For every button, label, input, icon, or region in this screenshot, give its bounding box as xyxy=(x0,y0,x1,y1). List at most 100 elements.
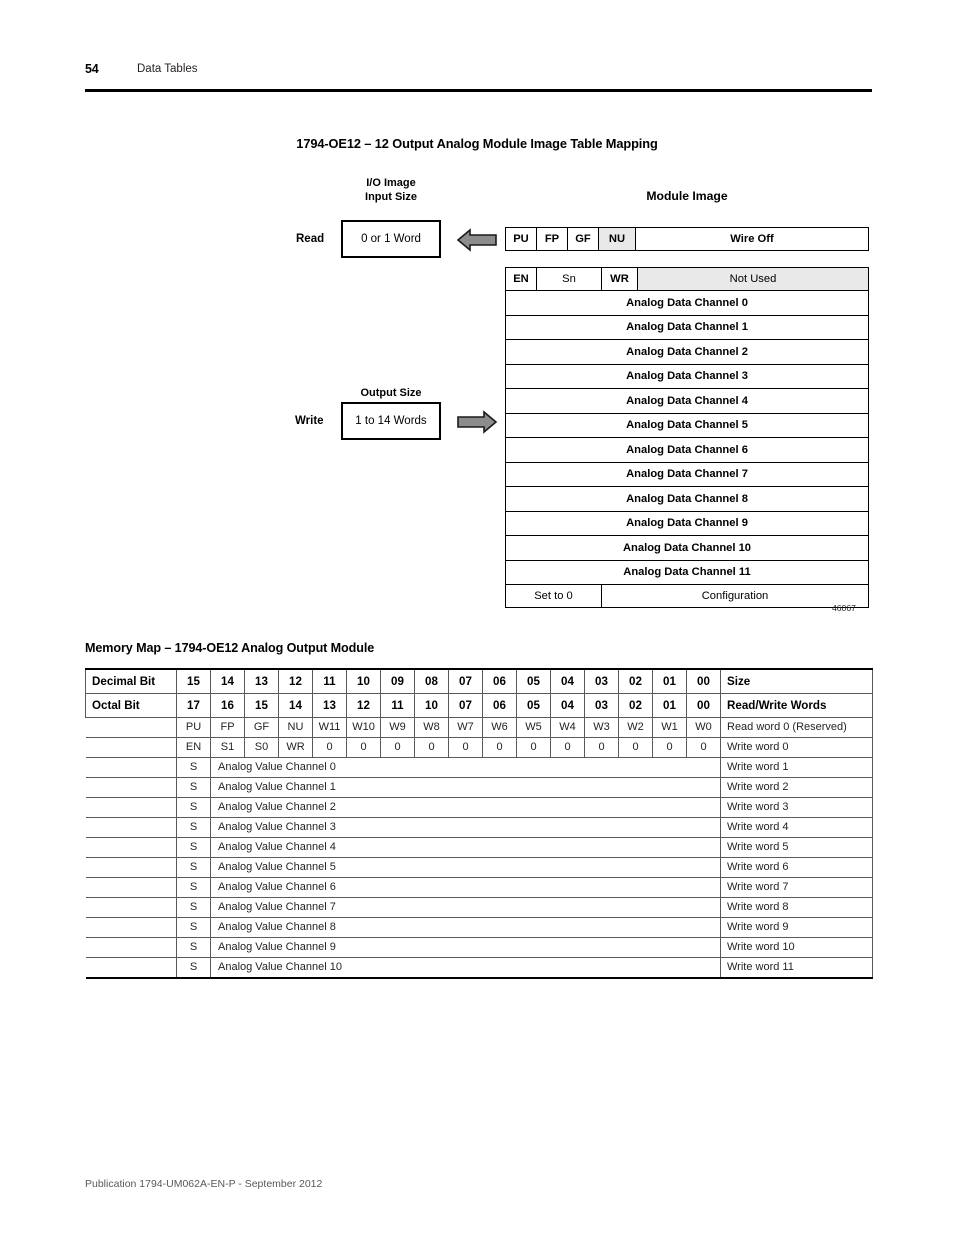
bit-cell: W10 xyxy=(346,717,381,738)
word-cell: Write word 5 xyxy=(720,837,873,858)
module-image-read-table: PU FP GF NU Wire Off xyxy=(505,227,869,251)
header-decimal-bit: 05 xyxy=(516,668,551,694)
analog-value-cell: Analog Value Channel 4 xyxy=(210,837,721,858)
module-cell-gf: GF xyxy=(567,227,599,251)
module-read-row: PU FP GF NU Wire Off xyxy=(505,227,869,251)
header-octal-bit: 10 xyxy=(414,693,449,718)
row-label-blank xyxy=(85,797,177,818)
memory-map-header-decimal: Decimal Bit 15 14 13 12 11 10 09 08 07 0… xyxy=(85,668,873,694)
module-cell-wire-off: Wire Off xyxy=(635,227,869,251)
module-cell-sn: Sn xyxy=(536,267,602,291)
bit-cell: 0 xyxy=(550,737,585,758)
read-label: Read xyxy=(296,233,325,245)
bit-cell: PU xyxy=(176,717,211,738)
memory-map-row-read-word-0: PU FP GF NU W11 W10 W9 W8 W7 W6 W5 W4 W3… xyxy=(85,717,873,738)
analog-value-cell: Analog Value Channel 2 xyxy=(210,797,721,818)
memory-map-row-analog: S Analog Value Channel 8 Write word 9 xyxy=(85,917,873,938)
header-decimal-bit: 15 xyxy=(176,668,211,694)
row-label-blank xyxy=(85,897,177,918)
row-label-blank xyxy=(85,757,177,778)
module-cell-nu: NU xyxy=(598,227,636,251)
bit-cell: S0 xyxy=(244,737,279,758)
module-channel-3: Analog Data Channel 3 xyxy=(505,363,869,389)
header-decimal-bit: 07 xyxy=(448,668,483,694)
header-decimal-bit: 14 xyxy=(210,668,245,694)
word-cell: Write word 1 xyxy=(720,757,873,778)
memory-map-row-analog: S Analog Value Channel 7 Write word 8 xyxy=(85,897,873,918)
module-channel-1: Analog Data Channel 1 xyxy=(505,314,869,340)
header-octal-bit: 06 xyxy=(482,693,517,718)
module-channel-row: Analog Data Channel 5 xyxy=(505,412,869,438)
memory-map-row-analog: S Analog Value Channel 10 Write word 11 xyxy=(85,957,873,979)
header-octal-bit: 13 xyxy=(312,693,347,718)
bit-cell: 0 xyxy=(414,737,449,758)
word-cell: Write word 4 xyxy=(720,817,873,838)
module-channel-10: Analog Data Channel 10 xyxy=(505,535,869,561)
bit-cell: 0 xyxy=(380,737,415,758)
bit-cell: W1 xyxy=(652,717,687,738)
module-channel-row: Analog Data Channel 6 xyxy=(505,437,869,463)
header-octal-bit: 07 xyxy=(448,693,483,718)
header-readwrite-label: Read/Write Words xyxy=(720,693,873,718)
memory-map-row-write-word-0: EN S1 S0 WR 0 0 0 0 0 0 0 0 0 0 0 0 Writ… xyxy=(85,737,873,758)
memory-map-row-analog: S Analog Value Channel 9 Write word 10 xyxy=(85,937,873,958)
analog-value-cell: Analog Value Channel 9 xyxy=(210,937,721,958)
module-config-row: Set to 0 Configuration xyxy=(505,584,869,608)
header-octal-bit: 17 xyxy=(176,693,211,718)
sign-bit-cell: S xyxy=(176,877,211,898)
module-channel-11: Analog Data Channel 11 xyxy=(505,559,869,585)
bit-cell: W2 xyxy=(618,717,653,738)
io-image-label-line2: Input Size xyxy=(365,191,417,203)
module-cell-wr: WR xyxy=(601,267,638,291)
header-decimal-bit: 02 xyxy=(618,668,653,694)
module-cell-configuration: Configuration xyxy=(601,584,869,608)
figure-title: 1794-OE12 – 12 Output Analog Module Imag… xyxy=(296,136,658,151)
module-write-header-row: EN Sn WR Not Used xyxy=(505,267,869,291)
sign-bit-cell: S xyxy=(176,777,211,798)
bit-cell: W4 xyxy=(550,717,585,738)
header-octal-label: Octal Bit xyxy=(85,693,177,718)
module-channel-row: Analog Data Channel 3 xyxy=(505,363,869,389)
analog-value-cell: Analog Value Channel 10 xyxy=(210,957,721,979)
analog-value-cell: Analog Value Channel 0 xyxy=(210,757,721,778)
bit-cell: GF xyxy=(244,717,279,738)
header-octal-bit: 00 xyxy=(686,693,721,718)
module-channel-7: Analog Data Channel 7 xyxy=(505,461,869,487)
write-label: Write xyxy=(295,415,324,427)
word-cell: Write word 6 xyxy=(720,857,873,878)
header-decimal-bit: 06 xyxy=(482,668,517,694)
row-label-blank xyxy=(85,717,177,738)
bit-cell: 0 xyxy=(584,737,619,758)
row-label-blank xyxy=(85,857,177,878)
header-decimal-bit: 08 xyxy=(414,668,449,694)
header-decimal-label: Decimal Bit xyxy=(85,668,177,694)
sign-bit-cell: S xyxy=(176,837,211,858)
bit-cell: NU xyxy=(278,717,313,738)
module-channel-0: Analog Data Channel 0 xyxy=(505,290,869,316)
row-label-blank xyxy=(85,737,177,758)
bit-cell: W0 xyxy=(686,717,721,738)
module-cell-en: EN xyxy=(505,267,537,291)
arrow-left-icon xyxy=(456,228,497,252)
module-channel-row: Analog Data Channel 9 xyxy=(505,510,869,536)
sign-bit-cell: S xyxy=(176,757,211,778)
row-label-blank xyxy=(85,877,177,898)
sign-bit-cell: S xyxy=(176,917,211,938)
header-decimal-bit: 13 xyxy=(244,668,279,694)
bit-cell: 0 xyxy=(346,737,381,758)
header-octal-bit: 02 xyxy=(618,693,653,718)
memory-map-row-analog: S Analog Value Channel 5 Write word 6 xyxy=(85,857,873,878)
memory-map-table: Decimal Bit 15 14 13 12 11 10 09 08 07 0… xyxy=(85,668,873,979)
module-channel-2: Analog Data Channel 2 xyxy=(505,339,869,365)
memory-map-row-analog: S Analog Value Channel 1 Write word 2 xyxy=(85,777,873,798)
analog-value-cell: Analog Value Channel 5 xyxy=(210,857,721,878)
sign-bit-cell: S xyxy=(176,957,211,979)
bit-cell: W5 xyxy=(516,717,551,738)
header-decimal-bit: 04 xyxy=(550,668,585,694)
bit-cell: W11 xyxy=(312,717,347,738)
header-octal-bit: 11 xyxy=(380,693,415,718)
memory-map-header-octal: Octal Bit 17 16 15 14 13 12 11 10 07 06 … xyxy=(85,693,873,718)
output-size-box: 1 to 14 Words xyxy=(341,402,441,440)
bit-cell: W7 xyxy=(448,717,483,738)
header-octal-bit: 15 xyxy=(244,693,279,718)
